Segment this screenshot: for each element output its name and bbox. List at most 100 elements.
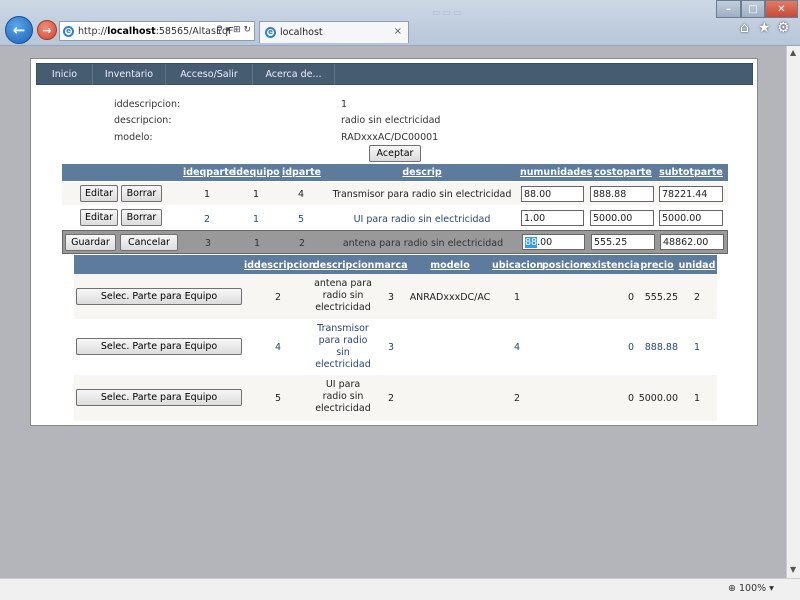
edit-button[interactable]: Editar [80,185,118,202]
grid2-header-ubicacion[interactable]: ubicacion [492,260,543,271]
cell-precio: 888.88 [644,342,678,353]
zoom-value: 100% [738,583,767,594]
edit-button[interactable]: Editar [80,209,118,226]
cell-ubicacion: 2 [513,393,521,404]
numunidades-field[interactable]: 88.00 [522,234,585,250]
grid2-header-marca[interactable]: marca [374,260,408,271]
menu-item-acerca-de[interactable]: Acerca de... [253,64,335,85]
grid2-header-iddescripcion[interactable]: iddescripcion [244,260,316,271]
home-icon[interactable]: ⌂ [740,20,749,36]
cell-precio: 5000.00 [638,393,678,404]
descripcion-line: para radio [318,335,368,346]
cell-iddescripcion: 5 [274,393,282,404]
cell-existencia: 0 [627,292,634,303]
grid2-row: Selec. Parte para Equipo 4 Transmisor par… [74,319,717,375]
modelo-value: RADxxxAC/DC00001 [341,132,439,143]
accept-button[interactable]: Aceptar [369,145,421,162]
costoparte-field[interactable]: 888.88 [590,186,654,202]
cell-existencia: 0 [627,393,634,404]
descripcion-line: electricidad [315,302,371,313]
descripcion-value: radio sin electricidad [341,115,441,126]
cell-idparte: 2 [298,238,306,249]
descripcion-line: electricidad [315,403,371,414]
grid1-header-descrip[interactable]: descrip [324,167,520,178]
cell-descrip: antena para radio sin electricidad [342,238,504,249]
grid1-header-costoparte[interactable]: costoparte [590,167,656,178]
descripcion-line: antena para [314,278,372,289]
grid1-header-ideqparte[interactable]: ideqparte [183,167,235,178]
menu-item-inicio[interactable]: Inicio [37,64,93,85]
subtotparte-field[interactable]: 78221.44 [659,186,723,202]
tab-close-icon[interactable]: × [394,26,402,37]
delete-button[interactable]: Borrar [121,209,162,226]
delete-button[interactable]: Borrar [121,185,162,202]
grid1-header-idequipo[interactable]: idequipo [233,167,280,178]
browser-tab[interactable]: e localhost × [259,21,409,43]
close-icon[interactable]: ✕ [765,0,798,18]
save-button[interactable]: Guardar [65,234,116,251]
subtotparte-field[interactable]: 48862.00 [660,234,724,250]
page-container: Inicio Inventario Acceso/Salir Acerca de… [30,58,758,426]
numunidades-field[interactable]: 1.00 [521,210,584,226]
unselected-text: .00 [537,236,553,248]
cell-existencia: 0 [627,342,634,353]
address-bar[interactable]: e http://localhost:58565/AltasEqF ⚲ ▾ ⊞ … [59,21,255,41]
numunidades-field[interactable]: 88.00 [521,186,584,202]
menu-item-acceso-salir[interactable]: Acceso/Salir [166,64,253,85]
grid2-header-descripcion[interactable]: descripcion [313,260,374,271]
main-menu: Inicio Inventario Acceso/Salir Acerca de… [36,63,753,85]
ie-page-icon: e [265,27,276,38]
grid2-row: Selec. Parte para Equipo 2 antena para ra… [74,274,717,319]
scroll-up-icon[interactable]: ▲ [790,48,796,57]
grid2-header-posicion[interactable]: posicion [542,260,586,271]
ghost-tab: ▭ ▭ ▭ [432,8,462,18]
select-part-button[interactable]: Selec. Parte para Equipo [76,288,242,305]
grid1-header-numunidades[interactable]: numunidades [520,167,592,178]
modelo-label: modelo: [114,132,153,143]
cell-idequipo: 1 [253,238,261,249]
grid1-header-subtotparte[interactable]: subtotparte [658,167,724,178]
cell-idparte: 4 [297,189,305,200]
grid1-row: Editar Borrar 2 1 5 UI para radio sin el… [62,206,728,229]
cell-marca: 3 [387,342,395,353]
grid2-header-existencia[interactable]: existencia [585,260,640,271]
status-bar: ⊕ 100% ▾ [0,578,800,600]
descripcion-line: radio sin [322,290,364,301]
cancel-button[interactable]: Cancelar [120,234,178,251]
tab-title: localhost [280,27,323,38]
cell-iddescripcion: 4 [274,342,282,353]
subtotparte-field[interactable]: 5000.00 [659,210,723,226]
grid2-header-precio[interactable]: precio [638,260,676,271]
gear-icon[interactable]: ⚙ [777,20,790,36]
vertical-scrollbar[interactable]: ▲ ▼ [786,46,800,578]
costoparte-field[interactable]: 555.25 [591,234,655,250]
costoparte-field[interactable]: 5000.00 [590,210,654,226]
zoom-level[interactable]: ⊕ 100% ▾ [728,583,774,594]
grid1-header-idparte[interactable]: idparte [282,167,321,178]
cell-precio: 555.25 [644,292,678,303]
browser-titlebar: – □ ✕ ▭ ▭ ▭ ← → e http://localhost:58565… [0,0,800,46]
cell-descrip: Transmisor para radio sin electricidad [332,189,512,200]
cell-ubicacion: 1 [513,292,521,303]
select-part-button[interactable]: Selec. Parte para Equipo [76,338,242,355]
back-arrow-icon[interactable]: ← [5,16,33,44]
cell-descripcion: UI para radio sin electricidad [313,379,373,415]
iddescripcion-label: iddescripcion: [114,99,181,110]
grid2-header: iddescripcion descripcion marca modelo u… [74,255,717,274]
select-part-button[interactable]: Selec. Parte para Equipo [76,389,242,406]
grid1-row-editing: Guardar Cancelar 3 1 2 antena para radio… [62,230,728,254]
grid2-header-unidad[interactable]: unidad [678,260,716,271]
cell-iddescripcion: 2 [274,292,282,303]
cell-ubicacion: 4 [513,342,521,353]
grid2-header-modelo[interactable]: modelo [408,260,492,271]
scroll-down-icon[interactable]: ▼ [790,565,796,574]
maximize-icon[interactable]: □ [741,0,765,18]
favorites-star-icon[interactable]: ★ [758,20,771,36]
cell-unidad: 1 [693,393,701,404]
cell-ideqparte: 3 [204,238,212,249]
menu-item-inventario[interactable]: Inventario [93,64,166,85]
forward-arrow-icon[interactable]: → [37,20,57,40]
minimize-icon[interactable]: – [716,0,741,18]
search-icon[interactable]: ⚲ ▾ ⊞ ↻ [216,25,251,35]
ie-page-icon: e [63,25,74,37]
